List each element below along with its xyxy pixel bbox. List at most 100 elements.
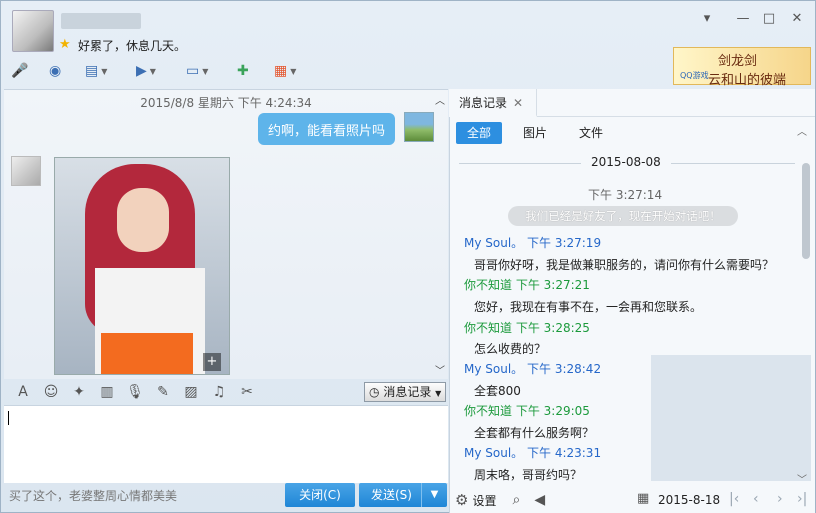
msg-time: 下午 3:27:21: [515, 278, 590, 292]
chevron-down-icon[interactable]: ﹀: [797, 471, 807, 486]
photo-skirt-shape: [101, 333, 193, 374]
remote-desktop-icon: ▭: [186, 63, 200, 79]
close-window-button[interactable]: ✕: [789, 11, 805, 27]
msg-body-6: 周末咯，哥哥约吗？: [474, 468, 583, 482]
settings-label[interactable]: 设置: [472, 492, 496, 509]
chevron-up-icon[interactable]: ︿: [435, 92, 445, 107]
emoji-icon[interactable]: ☺: [38, 381, 64, 403]
toolbar-add-chat[interactable]: ✚: [237, 59, 249, 83]
speaker-icon[interactable]: ◀: [534, 492, 545, 508]
msg-sender: My Soul。: [464, 236, 524, 250]
chevron-down-icon[interactable]: ﹀: [435, 362, 445, 377]
history-scrollbar[interactable]: [802, 163, 810, 259]
msg-body-5: 全套都有什么服务啊？: [474, 426, 595, 440]
friend-avatar[interactable]: [11, 156, 41, 186]
text-cursor: [8, 411, 9, 425]
msg-time: 下午 4:23:31: [527, 446, 602, 460]
ad-title: 剑龙剑: [718, 54, 758, 69]
voice-icon[interactable]: 🎙: [122, 381, 148, 403]
tab-label: 消息记录: [459, 96, 508, 110]
toolbar-mic[interactable]: 🎤: [11, 59, 28, 83]
search-icon[interactable]: ⌕: [512, 492, 520, 508]
close-button[interactable]: 关闭(C): [285, 483, 355, 507]
msg-sender: 你不知道: [464, 404, 513, 418]
filter-all[interactable]: 全部: [456, 122, 502, 144]
close-icon[interactable]: ✕: [513, 96, 523, 110]
contact-signature: 好累了，休息几天。: [78, 39, 187, 53]
chevron-down-icon: ▼: [101, 66, 108, 76]
game-ad-banner[interactable]: 剑龙剑 云和山的彼端 QQ游戏: [673, 47, 811, 88]
history-button-label: 消息记录: [383, 385, 432, 399]
camera-icon: ◉: [49, 63, 62, 79]
calendar-icon[interactable]: ▦: [637, 491, 649, 506]
system-time: 下午 3:27:14: [588, 188, 663, 202]
message-history-button[interactable]: ◷ 消息记录 ▼: [364, 382, 446, 402]
shake-icon[interactable]: ✦: [66, 381, 92, 403]
msg-sender: My Soul。: [464, 446, 524, 460]
msg-time: 下午 3:29:05: [515, 404, 590, 418]
add-chat-icon: ✚: [237, 63, 249, 79]
star-icon: ★: [59, 37, 71, 52]
toolbar-apps[interactable]: ▦ ▼: [274, 59, 296, 83]
send-options-dropdown[interactable]: ▼: [421, 483, 447, 507]
my-avatar[interactable]: [404, 112, 434, 142]
msg-body-2: 您好，我现在有事不在，一会再和您联系。: [474, 300, 703, 314]
font-icon[interactable]: A: [10, 381, 36, 403]
next-page-icon[interactable]: ›: [777, 491, 783, 507]
chevron-down-icon: ▼: [202, 66, 209, 76]
msg-header-2: 你不知道 下午 3:27:21: [464, 276, 590, 293]
maximize-button[interactable]: □: [761, 11, 777, 27]
contact-nickname-blurred: [61, 13, 141, 29]
toolbar-camera[interactable]: ◉: [49, 59, 61, 83]
zoom-icon[interactable]: +: [203, 353, 221, 371]
msg-body-4: 全套800: [474, 384, 521, 398]
chevron-down-icon[interactable]: ▾: [699, 11, 715, 27]
music-icon[interactable]: ♫: [206, 381, 232, 403]
tab-divider: [537, 116, 815, 117]
msg-header-5: 你不知道 下午 3:29:05: [464, 402, 590, 419]
ad-subtitle: 云和山的彼端: [708, 73, 787, 88]
first-page-icon[interactable]: |‹: [729, 491, 739, 507]
crop-icon[interactable]: ▥: [94, 381, 120, 403]
my-message-bubble[interactable]: 约啊，能看看照片吗: [258, 113, 396, 145]
contact-avatar[interactable]: [12, 10, 54, 52]
received-photo[interactable]: [54, 157, 230, 375]
edit-icon[interactable]: ✎: [150, 381, 176, 403]
msg-sender: 你不知道: [464, 321, 513, 335]
image-icon[interactable]: ▨: [178, 381, 204, 403]
minimize-button[interactable]: —: [735, 11, 751, 27]
photo-face-shape: [117, 188, 169, 252]
mic-icon: 🎤: [11, 63, 29, 79]
ad-status-text[interactable]: 买了这个，老婆整周心情都美美: [9, 487, 177, 504]
chevron-down-icon: ▼: [290, 66, 297, 76]
apps-grid-icon: ▦: [274, 63, 288, 79]
ad-brand: QQ游戏: [680, 71, 709, 80]
toolbar-remote-desktop[interactable]: ▭ ▼: [186, 59, 208, 83]
folder-transfer-icon: ▶: [136, 63, 147, 79]
history-footer: ⚙ 设置 ⌕ ◀: [449, 487, 815, 513]
msg-sender: 你不知道: [464, 278, 513, 292]
msg-time: 下午 3:28:25: [515, 321, 590, 335]
gear-icon[interactable]: ⚙: [455, 491, 468, 509]
toolbar-file-transfer[interactable]: ▶ ▼: [136, 59, 156, 83]
message-input[interactable]: [4, 405, 448, 483]
scissors-icon[interactable]: ✂: [234, 381, 260, 403]
last-page-icon[interactable]: ›|: [797, 491, 807, 507]
chevron-down-icon: ▼: [435, 389, 442, 398]
msg-header-1: My Soul。 下午 3:27:19: [464, 234, 601, 251]
msg-body-1: 哥哥你好呀，我是做兼职服务的，请问你有什么需要吗？: [474, 258, 775, 272]
tab-message-history[interactable]: 消息记录 ✕: [449, 89, 537, 117]
toolbar-screen-share[interactable]: ▤ ▼: [85, 59, 107, 83]
chevron-up-icon[interactable]: ︿: [797, 123, 807, 138]
chevron-down-icon: ▼: [149, 66, 156, 76]
history-date-picker[interactable]: 2015-8-18: [658, 493, 720, 507]
msg-header-4: My Soul。 下午 3:28:42: [464, 360, 601, 377]
filter-images[interactable]: 图片: [515, 122, 555, 144]
msg-sender: My Soul。: [464, 362, 524, 376]
chat-window: ★ 好累了，休息几天。 ▾ — □ ✕ 🎤 ◉ ▤ ▼ ▶ ▼ ▭ ▼ ✚ ▦ ▼ 剑龙…: [0, 0, 816, 513]
filter-files[interactable]: 文件: [571, 122, 611, 144]
msg-time: 下午 3:28:42: [527, 362, 602, 376]
msg-header-3: 你不知道 下午 3:28:25: [464, 319, 590, 336]
msg-body-3: 怎么收费的？: [474, 342, 547, 356]
prev-page-icon[interactable]: ‹: [753, 491, 759, 507]
